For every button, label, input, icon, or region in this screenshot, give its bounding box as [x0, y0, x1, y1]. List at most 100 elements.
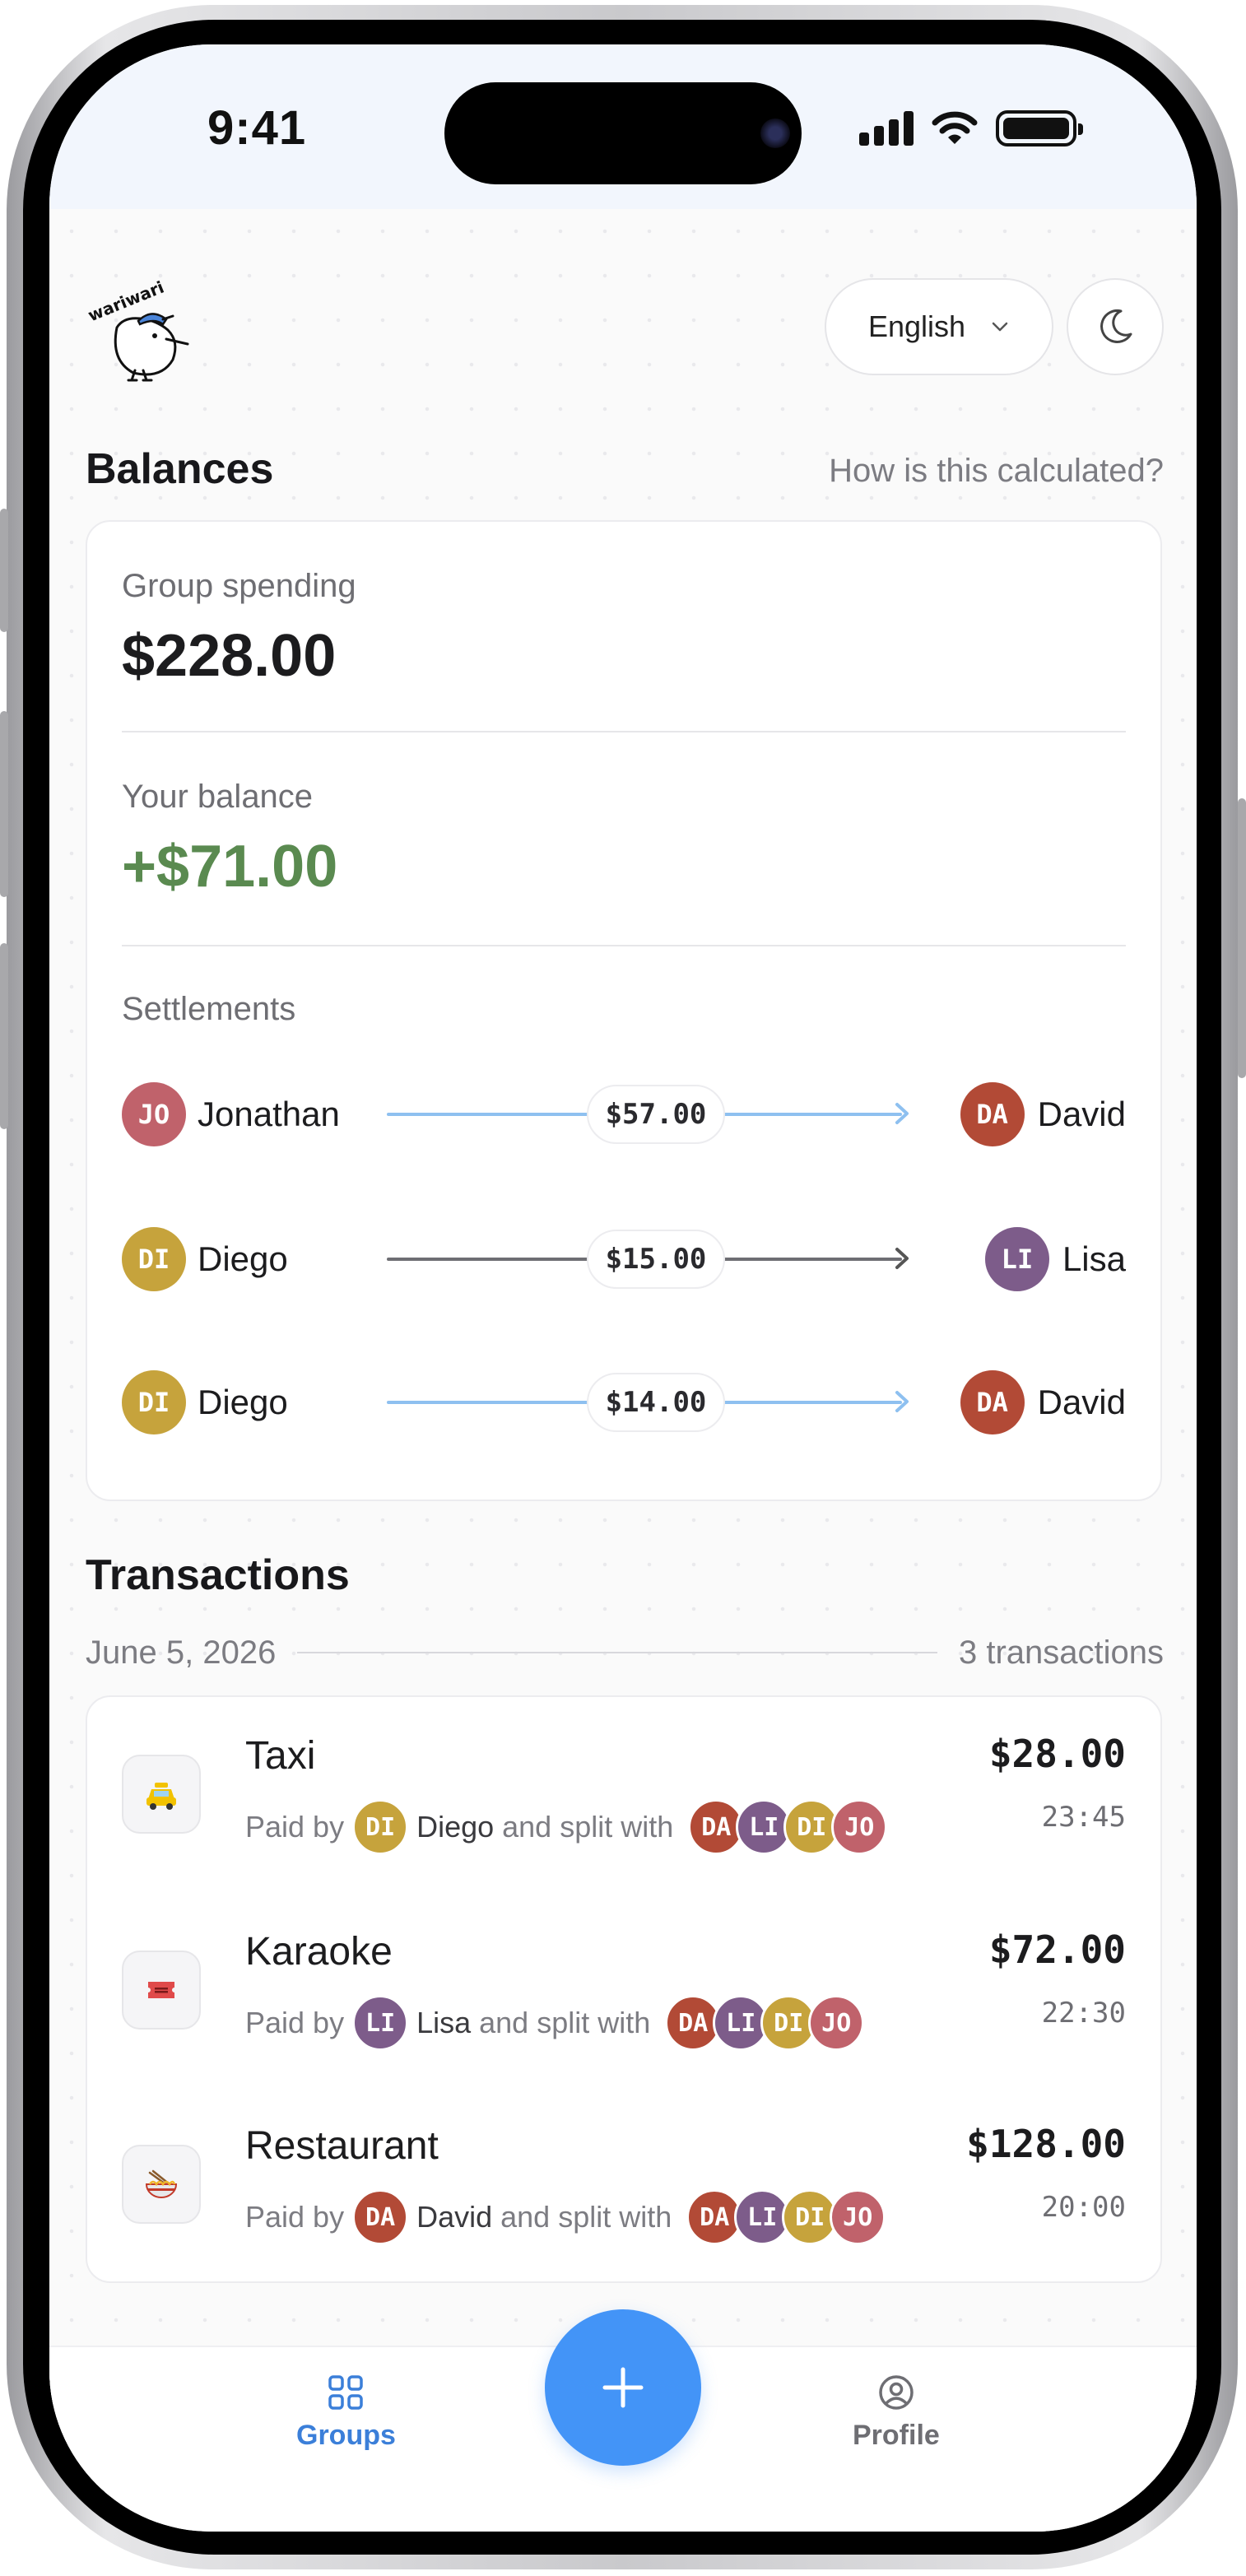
transaction-row[interactable]: Restaurant Paid by DA David and split wi… [122, 2115, 1126, 2263]
balances-card: Group spending $228.00 Your balance +$71… [86, 520, 1162, 1501]
status-icons [859, 110, 1083, 146]
power-button [1238, 798, 1246, 1078]
date-label: June 5, 2026 [86, 1634, 277, 1671]
paid-by-label: Paid by [245, 2200, 345, 2234]
payer-name: Lisa [416, 2006, 472, 2039]
settlement-from: DI Diego [122, 1369, 288, 1435]
avatar: DI [122, 1227, 186, 1291]
ticket-icon [122, 1951, 201, 2030]
split-avatars: DA LI DI JO [665, 1995, 865, 2051]
paid-by-label: Paid by [245, 1810, 345, 1844]
tab-groups-label: Groups [296, 2420, 396, 2451]
how-calculated-link[interactable]: How is this calculated? [829, 453, 1164, 490]
split-avatars: DA LI DI JO [686, 2189, 886, 2245]
language-value: English [867, 309, 966, 343]
split-label: and split with [500, 2200, 672, 2234]
arrow-right-icon [895, 1248, 909, 1269]
dark-mode-toggle[interactable] [1067, 278, 1164, 375]
chevron-down-icon [992, 322, 1008, 332]
settlement-amount: $14.00 [587, 1373, 725, 1432]
transaction-amount: $72.00 [988, 1927, 1126, 1972]
divider [122, 731, 1126, 732]
settlement-row[interactable]: DI Diego $15.00 LI Lisa [122, 1226, 1126, 1292]
avatar: JO [831, 1799, 888, 1855]
grid-icon [328, 2375, 364, 2410]
avatar: DA [960, 1082, 1025, 1146]
split-label: and split with [479, 2006, 651, 2039]
transactions-title: Transactions [86, 1551, 350, 1599]
balances-title: Balances [86, 445, 274, 493]
arrow-right-icon [895, 1103, 909, 1124]
user-circle-icon [879, 2375, 914, 2410]
plus-icon [602, 2367, 644, 2408]
transaction-row[interactable]: Karaoke Paid by LI Lisa and split with D… [122, 1921, 1126, 2069]
split-avatars: DA LI DI JO [688, 1799, 888, 1855]
transaction-meta: Paid by LI Lisa and split with DA LI DI … [245, 1995, 865, 2051]
transaction-title: Karaoke [245, 1930, 393, 1974]
settlement-amount: $57.00 [587, 1085, 725, 1144]
add-transaction-button[interactable] [545, 2309, 701, 2466]
settlement-to-name: Lisa [1062, 1239, 1126, 1278]
split-label: and split with [502, 1810, 674, 1844]
settlement-row[interactable]: JO Jonathan $57.00 DA David [122, 1081, 1126, 1147]
settlement-to-name: David [1037, 1095, 1126, 1133]
avatar: DI [122, 1370, 186, 1434]
your-balance-value: +$71.00 [122, 834, 338, 900]
signal-icon [859, 111, 914, 146]
language-select[interactable]: English [825, 278, 1053, 375]
your-balance-label: Your balance [122, 779, 314, 815]
payer-name: Diego [416, 1810, 495, 1844]
transaction-row[interactable]: Taxi Paid by DI Diego and split with DA … [122, 1725, 1126, 1873]
noodle-bowl-icon [122, 2145, 201, 2224]
settlements-label: Settlements [122, 991, 296, 1027]
volume-down-button [0, 943, 8, 1129]
settlement-row[interactable]: DI Diego $14.00 DA David [122, 1369, 1126, 1435]
avatar: JO [830, 2189, 886, 2245]
settlement-from: DI Diego [122, 1226, 288, 1292]
payer-name: David [416, 2200, 493, 2234]
taxi-icon [122, 1755, 201, 1834]
transaction-meta: Paid by DI Diego and split with DA LI DI… [245, 1799, 888, 1855]
paid-by-label: Paid by [245, 2006, 345, 2039]
settlement-to: DA David [960, 1369, 1126, 1435]
transaction-amount: $28.00 [988, 1732, 1126, 1776]
volume-up-button [0, 711, 8, 897]
transaction-count: 3 transactions [958, 1634, 1164, 1671]
transaction-time: 22:30 [1041, 1997, 1126, 2030]
divider [297, 1652, 937, 1653]
avatar: DA [352, 2189, 409, 2245]
tab-groups[interactable]: Groups [296, 2374, 396, 2452]
avatar: LI [352, 1995, 409, 2051]
battery-icon [996, 110, 1083, 146]
status-time: 9:41 [207, 101, 307, 155]
phone-screen: 9:41 wariwari English Balances How is th… [49, 44, 1197, 2532]
transaction-title: Taxi [245, 1734, 316, 1778]
group-spending-label: Group spending [122, 568, 356, 604]
transaction-time: 23:45 [1041, 1801, 1126, 1834]
main-content: wariwari English Balances How is this ca… [49, 209, 1197, 2513]
wariwari-logo[interactable]: wariwari [84, 278, 191, 385]
tab-profile-label: Profile [853, 2420, 940, 2451]
transaction-meta: Paid by DA David and split with DA LI DI… [245, 2189, 886, 2245]
transaction-title: Restaurant [245, 2124, 439, 2168]
tab-profile[interactable]: Profile [853, 2374, 940, 2452]
status-bar: 9:41 [49, 44, 1197, 209]
transactions-card: Taxi Paid by DI Diego and split with DA … [86, 1695, 1162, 2283]
settlement-to-name: David [1037, 1383, 1126, 1421]
settlement-from-name: Diego [198, 1383, 288, 1421]
group-spending-value: $228.00 [122, 623, 337, 689]
settlement-from-name: Diego [198, 1239, 288, 1278]
mute-switch [0, 509, 8, 632]
avatar: JO [808, 1995, 865, 2051]
settlement-from: JO Jonathan [122, 1081, 340, 1147]
moon-icon [1100, 309, 1132, 343]
dynamic-island [444, 82, 802, 184]
avatar: JO [122, 1082, 186, 1146]
avatar: DI [352, 1799, 409, 1855]
settlement-from-name: Jonathan [198, 1095, 340, 1133]
settlement-to: DA David [960, 1081, 1126, 1147]
transaction-time: 20:00 [1041, 2191, 1126, 2224]
settlement-amount: $15.00 [587, 1230, 725, 1289]
arrow-right-icon [895, 1391, 909, 1412]
transaction-amount: $128.00 [966, 2122, 1126, 2166]
